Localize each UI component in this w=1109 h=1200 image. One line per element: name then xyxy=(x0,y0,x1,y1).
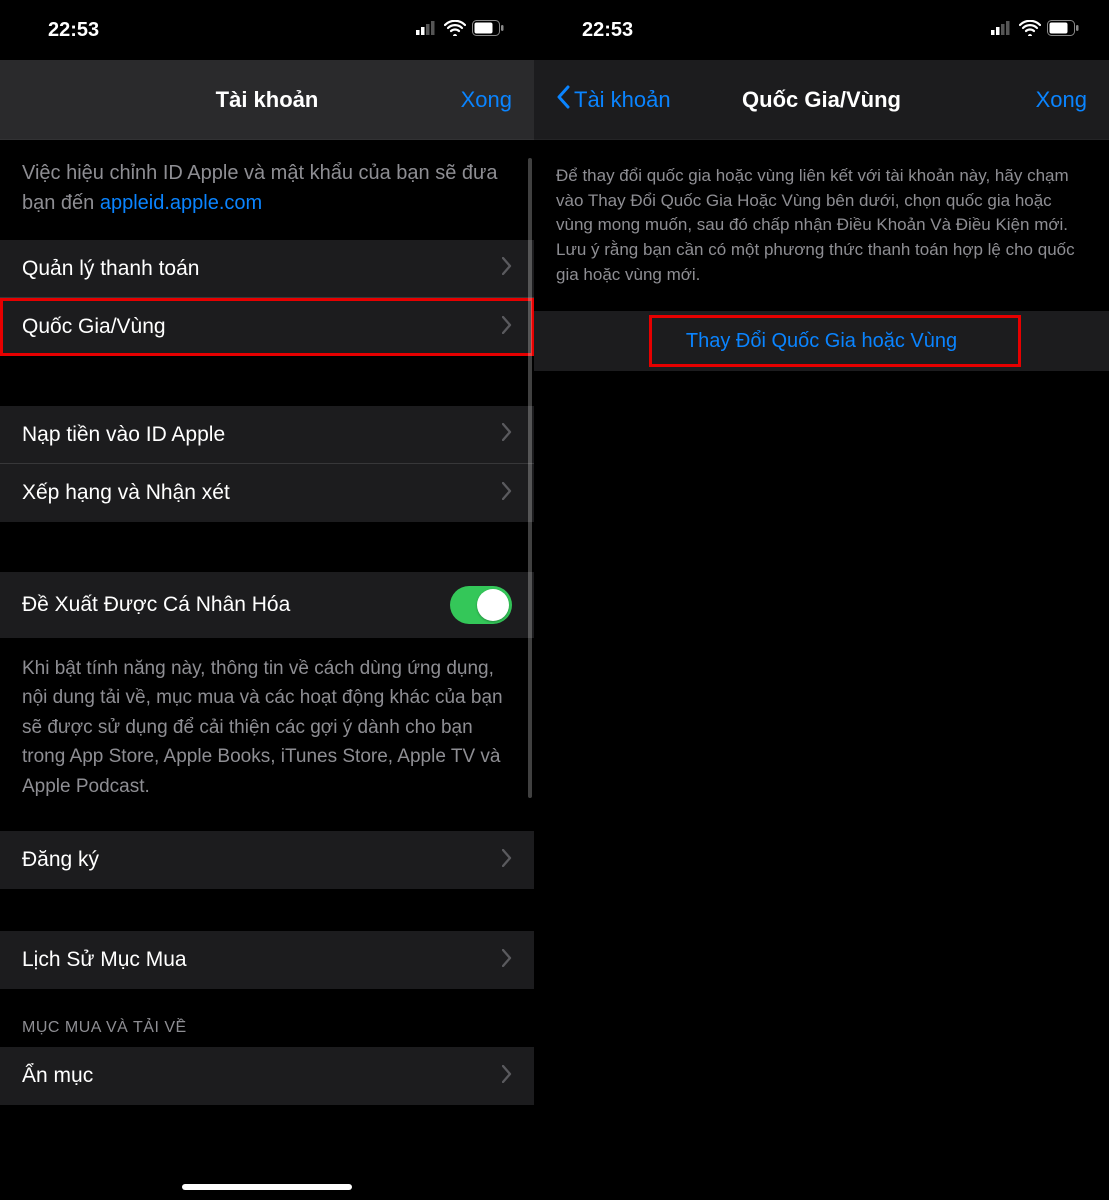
chevron-right-icon xyxy=(502,316,512,339)
row-purchase-history[interactable]: Lịch Sử Mục Mua xyxy=(0,931,534,989)
row-personalized-recs: Đề Xuất Được Cá Nhân Hóa xyxy=(0,572,534,638)
help-text: Việc hiệu chỉnh ID Apple và mật khẩu của… xyxy=(0,140,534,240)
status-icons xyxy=(991,20,1079,41)
row-hidden-items[interactable]: Ẩn mục xyxy=(0,1047,534,1105)
row-label: Lịch Sử Mục Mua xyxy=(22,948,187,972)
chevron-right-icon xyxy=(502,949,512,972)
wifi-icon xyxy=(1019,20,1041,41)
phone-left: 22:53 Tài khoản Xong Việc hiệu chỉnh ID … xyxy=(0,0,534,1200)
phone-right: 22:53 Tài khoản Quốc Gia/Vùng xyxy=(534,0,1109,1200)
section-header-purchases: MỤC MUA VÀ TẢI VỀ xyxy=(0,989,534,1047)
group-personalized: Đề Xuất Được Cá Nhân Hóa xyxy=(0,572,534,638)
nav-header: Tài khoản Quốc Gia/Vùng Xong xyxy=(534,60,1109,140)
nav-title: Tài khoản xyxy=(185,87,348,113)
nav-header: Tài khoản Xong xyxy=(0,60,534,140)
battery-icon xyxy=(1047,20,1079,41)
battery-icon xyxy=(472,20,504,41)
row-label: Nạp tiền vào ID Apple xyxy=(22,423,225,447)
home-indicator[interactable] xyxy=(182,1184,352,1190)
back-label: Tài khoản xyxy=(574,87,671,113)
row-ratings-reviews[interactable]: Xếp hạng và Nhận xét xyxy=(0,464,534,522)
row-label: Quốc Gia/Vùng xyxy=(22,315,166,339)
group-funds-ratings: Nạp tiền vào ID Apple Xếp hạng và Nhận x… xyxy=(0,406,534,522)
group-payment-country: Quản lý thanh toán Quốc Gia/Vùng xyxy=(0,240,534,356)
row-label: Quản lý thanh toán xyxy=(22,257,199,281)
status-time: 22:53 xyxy=(582,19,633,42)
chevron-right-icon xyxy=(502,257,512,280)
wifi-icon xyxy=(444,20,466,41)
row-label: Ẩn mục xyxy=(22,1064,93,1088)
group-hidden: Ẩn mục xyxy=(0,1047,534,1105)
personalized-toggle[interactable] xyxy=(450,586,512,624)
done-button[interactable]: Xong xyxy=(910,87,1087,113)
row-manage-payments[interactable]: Quản lý thanh toán xyxy=(0,240,534,298)
row-label: Đề Xuất Được Cá Nhân Hóa xyxy=(22,593,290,617)
chevron-right-icon xyxy=(502,849,512,872)
back-button[interactable]: Tài khoản xyxy=(556,85,671,115)
row-add-funds[interactable]: Nạp tiền vào ID Apple xyxy=(0,406,534,464)
status-bar: 22:53 xyxy=(0,0,534,60)
chevron-right-icon xyxy=(502,482,512,505)
row-label: Xếp hạng và Nhận xét xyxy=(22,481,230,505)
done-button[interactable]: Xong xyxy=(349,87,512,113)
row-country-region[interactable]: Quốc Gia/Vùng xyxy=(0,298,534,356)
signal-icon xyxy=(416,21,438,40)
row-change-country[interactable]: Thay Đổi Quốc Gia hoặc Vùng xyxy=(534,311,1109,371)
chevron-right-icon xyxy=(502,423,512,446)
row-subscriptions[interactable]: Đăng ký xyxy=(0,831,534,889)
status-icons xyxy=(416,20,504,41)
personalized-footnote: Khi bật tính năng này, thông tin về cách… xyxy=(0,638,534,831)
group-purchase-history: Lịch Sử Mục Mua xyxy=(0,931,534,989)
group-subscriptions: Đăng ký xyxy=(0,831,534,889)
status-time: 22:53 xyxy=(48,19,99,42)
nav-title: Quốc Gia/Vùng xyxy=(733,87,910,113)
status-bar: 22:53 xyxy=(534,0,1109,60)
chevron-right-icon xyxy=(502,1065,512,1088)
signal-icon xyxy=(991,21,1013,40)
help-text: Để thay đổi quốc gia hoặc vùng liên kết … xyxy=(534,140,1109,311)
scrollbar-indicator[interactable] xyxy=(528,158,532,798)
appleid-link[interactable]: appleid.apple.com xyxy=(100,192,262,214)
row-label: Đăng ký xyxy=(22,848,99,872)
chevron-left-icon xyxy=(556,85,570,115)
highlight-box xyxy=(649,315,1021,367)
